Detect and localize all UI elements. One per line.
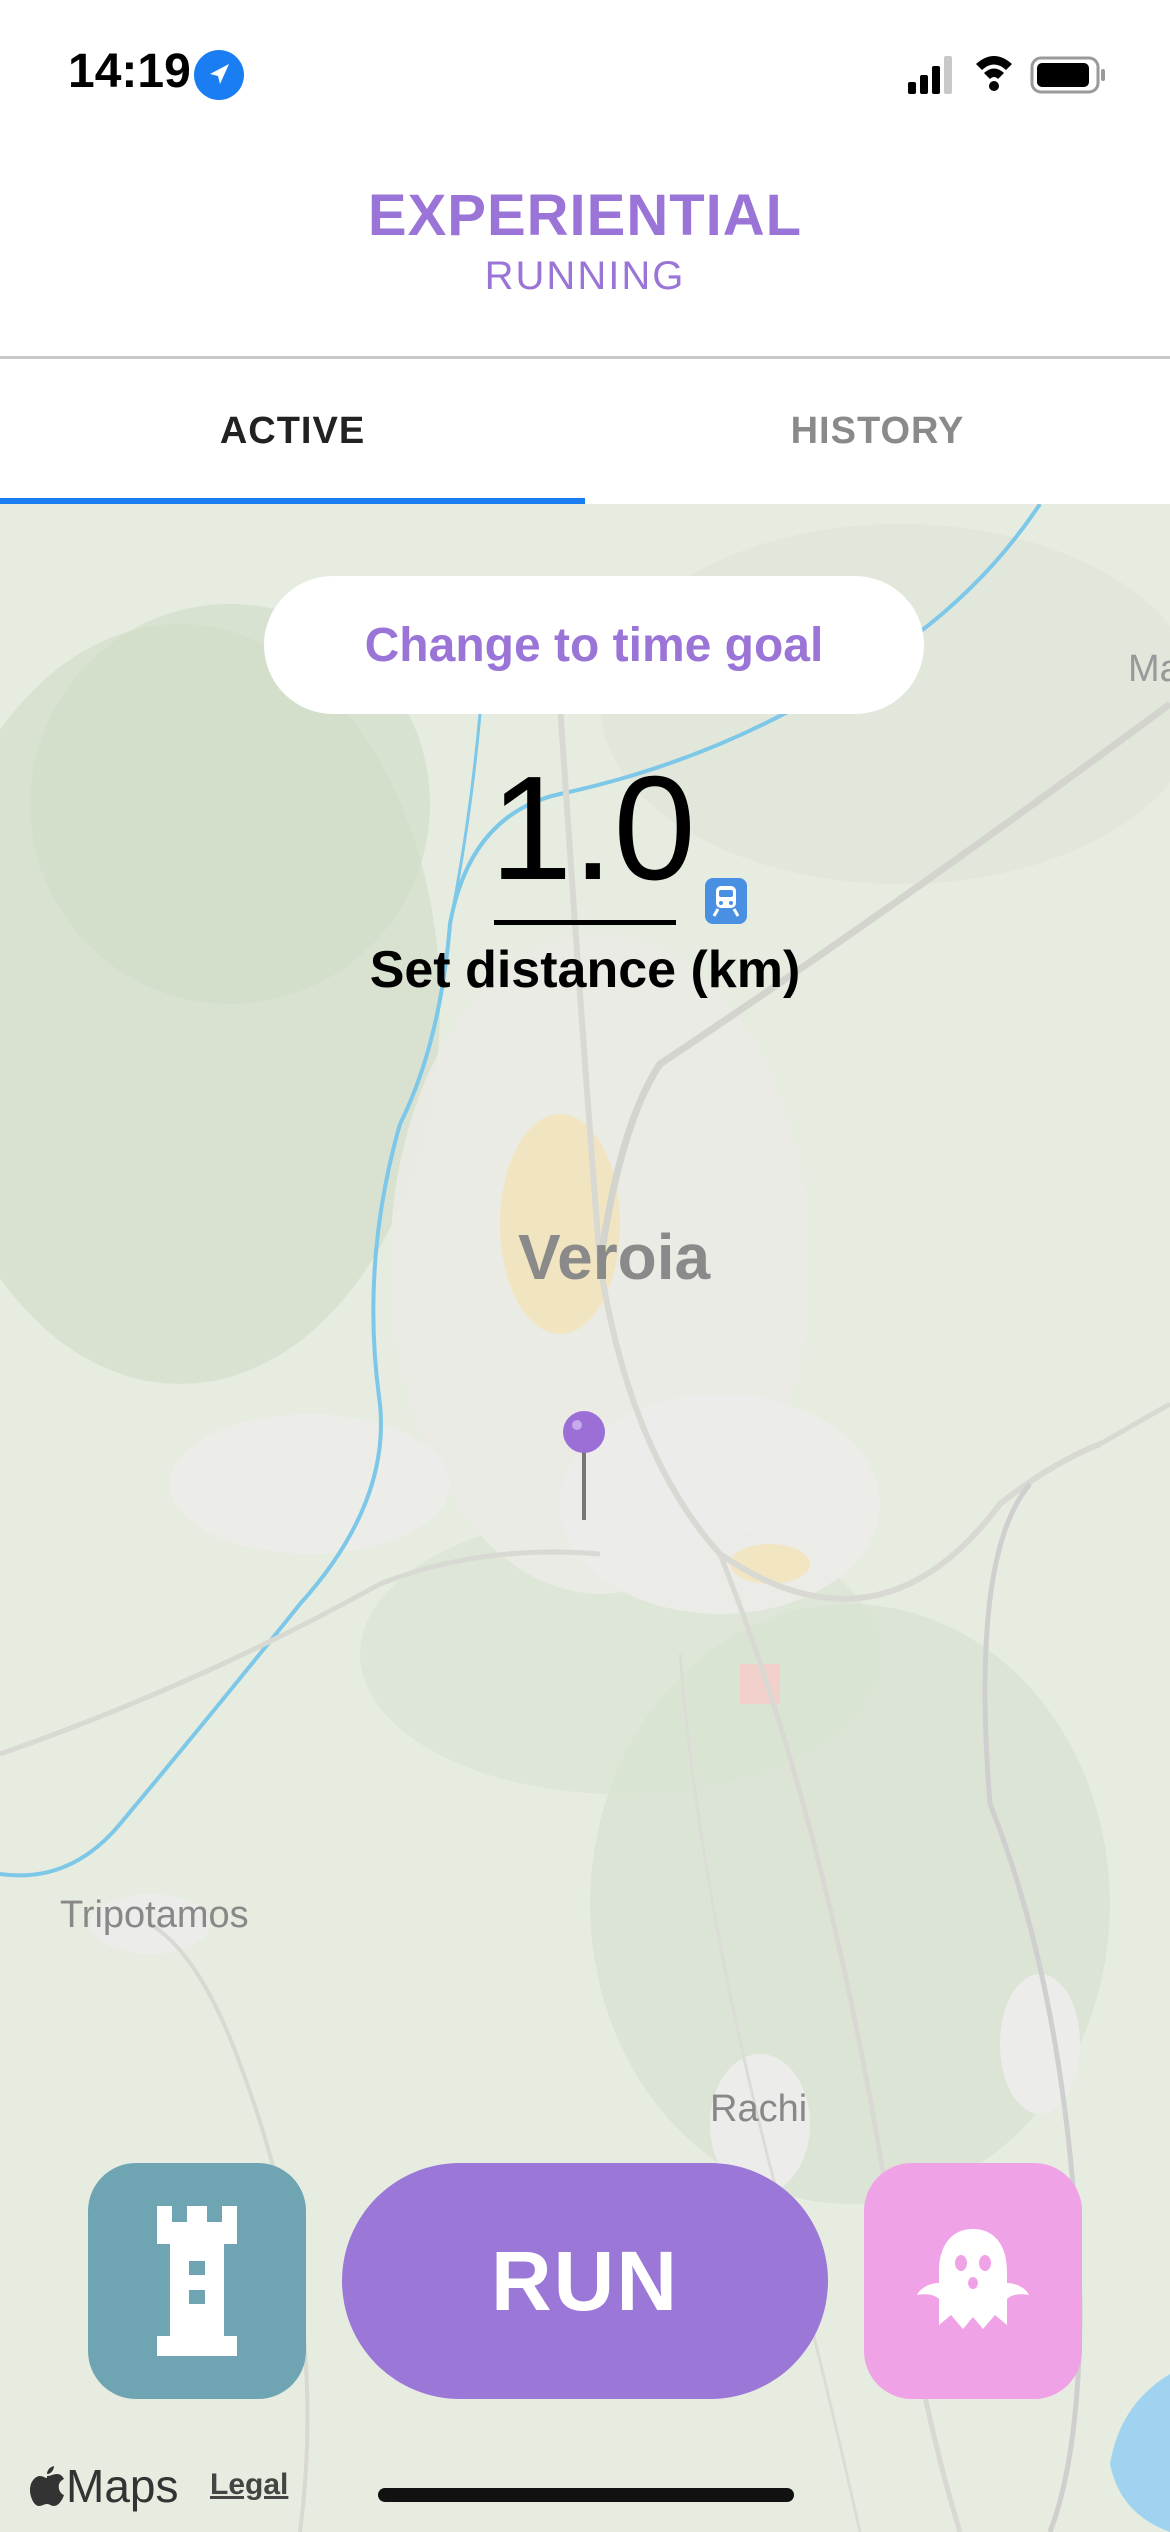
legal-link[interactable]: Legal [210, 2468, 288, 2502]
battery-icon [1030, 56, 1105, 94]
wifi-icon [976, 56, 1012, 91]
home-indicator[interactable] [378, 2488, 794, 2502]
tower-button[interactable] [88, 2163, 306, 2399]
distance-label: Set distance (km) [369, 941, 801, 999]
map-label-tripotamos: Tripotamos [60, 1894, 249, 1936]
app-header: EXPERIENTIAL RUNNING [0, 140, 1170, 356]
tab-active[interactable]: ACTIVE [0, 359, 585, 504]
distance-input[interactable]: 1.0 [490, 755, 696, 903]
tower-icon [157, 2206, 237, 2356]
distance-underline [494, 920, 676, 925]
cellular-signal-icon [908, 56, 952, 94]
maps-attribution: Maps [30, 2456, 178, 2516]
train-station-icon [705, 878, 747, 924]
run-button[interactable]: RUN [342, 2163, 828, 2399]
ghost-icon [917, 2229, 1029, 2329]
status-icons [908, 50, 1118, 100]
tab-bar: ACTIVE HISTORY [0, 359, 1170, 504]
map-label-city: Veroia [518, 1221, 711, 1293]
maps-label: Maps [66, 2460, 179, 2512]
app-screen: 14:19 EXPERIENTIAL RUNNING ACTIVE HISTOR… [0, 0, 1170, 2532]
status-time: 14:19 [68, 45, 191, 98]
map-label-edge: Ma [1128, 648, 1170, 690]
map-label-rachi: Rachi [710, 2088, 808, 2130]
apple-logo-icon [30, 2466, 64, 2506]
status-bar: 14:19 [0, 0, 1170, 140]
ghost-button[interactable] [864, 2163, 1082, 2399]
change-goal-button[interactable]: Change to time goal [264, 576, 924, 714]
app-subtitle: RUNNING [484, 254, 686, 298]
location-pin-icon[interactable] [560, 1410, 608, 1526]
app-title: EXPERIENTIAL [367, 183, 803, 248]
location-arrow-icon [194, 50, 244, 100]
tab-history[interactable]: HISTORY [585, 359, 1170, 504]
